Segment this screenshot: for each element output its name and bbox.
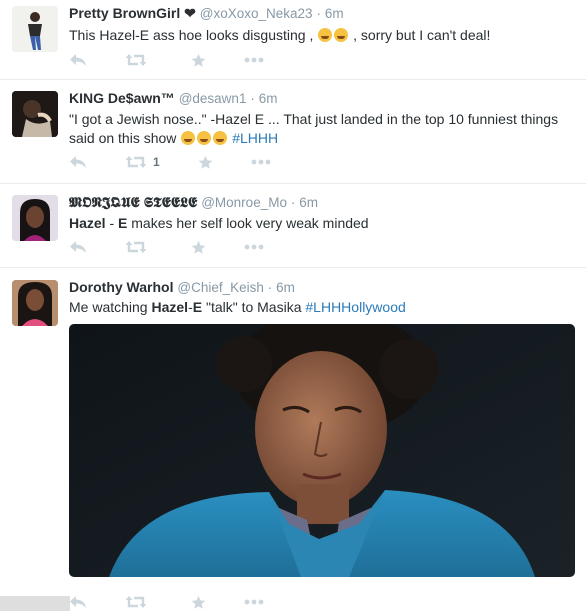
reply-icon (69, 53, 87, 67)
tweet-text-part: Me watching (69, 299, 152, 315)
tears-of-joy-emoji (197, 131, 212, 145)
tweet-text-part: This Hazel-E ass hoe looks disgusting , (69, 27, 314, 43)
more-button[interactable] (244, 244, 264, 250)
display-name[interactable]: Pretty BrownGirl ❤ (69, 5, 196, 21)
tweet-text-part: , sorry but I can't deal! (353, 27, 491, 43)
retweet-icon (125, 155, 147, 169)
favorite-button[interactable] (191, 53, 206, 68)
avatar[interactable] (12, 6, 58, 52)
favorite-button[interactable] (191, 240, 206, 255)
tweet-text-part: "talk" to Masika (202, 299, 306, 315)
tweet-text-part: "I got a Jewish nose.." -Hazel E ... Tha… (69, 111, 559, 146)
reply-button[interactable] (69, 240, 87, 254)
separator-dot: · (267, 280, 273, 295)
more-button[interactable] (244, 57, 264, 63)
highlighted-term: E (118, 215, 128, 231)
retweet-button[interactable] (125, 53, 153, 67)
display-name[interactable]: 𝕸𝕺𝕹𝕵𝕼𝖀𝕰 𝕾𝕿𝕰𝕰𝕷𝕰 (69, 194, 197, 210)
scrollbar-track[interactable] (0, 596, 70, 611)
more-button[interactable] (244, 599, 264, 605)
retweet-icon (125, 240, 147, 254)
timestamp[interactable]: 6m (276, 280, 295, 295)
user-handle[interactable]: @Monroe_Mo (201, 195, 287, 210)
tweet-photo[interactable] (69, 324, 575, 577)
hashtag-link[interactable]: #LHHHollywood (305, 299, 405, 315)
favorite-icon (191, 53, 206, 68)
user-handle[interactable]: @Chief_Keish (177, 280, 264, 295)
reply-button[interactable] (69, 595, 87, 609)
retweet-button[interactable] (125, 595, 153, 609)
user-handle[interactable]: @desawn1 (179, 91, 247, 106)
avatar[interactable] (12, 195, 58, 241)
more-icon (244, 599, 264, 605)
separator-dot: · (250, 91, 255, 106)
tweet-actions (69, 237, 302, 257)
timestamp[interactable]: 6m (325, 6, 344, 21)
favorite-icon (198, 155, 213, 170)
more-icon (244, 244, 264, 250)
user-handle[interactable]: @xoXoxo_Neka23 (200, 6, 313, 21)
highlighted-term: E (192, 299, 203, 315)
tweet-actions (69, 592, 302, 612)
highlighted-term: Hazel (151, 299, 189, 315)
display-name[interactable]: Dorothy Warhol (69, 279, 173, 295)
more-icon (244, 57, 264, 63)
timestamp[interactable]: 6m (299, 195, 318, 210)
weary-face-emoji (334, 28, 349, 42)
tears-of-joy-emoji (181, 131, 196, 145)
timestamp[interactable]: 6m (259, 91, 278, 106)
avatar[interactable] (12, 91, 58, 137)
reply-icon (69, 240, 87, 254)
favorite-icon (191, 595, 206, 610)
tweet-text: Me watching Hazel-E "talk" to Masika #LH… (69, 298, 578, 317)
hashtag-link[interactable]: #LHHH (232, 130, 278, 146)
favorite-button[interactable] (191, 595, 206, 610)
retweet-icon (125, 53, 147, 67)
tweet-text: This Hazel-E ass hoe looks disgusting , … (69, 26, 578, 45)
tweet-text: "I got a Jewish nose.." -Hazel E ... Tha… (69, 110, 578, 148)
tweet-actions: 1 (69, 152, 309, 172)
display-name[interactable]: KING De$awn™ (69, 90, 175, 106)
tweet-text-part: makes her self look very weak minded (127, 215, 369, 231)
more-button[interactable] (251, 159, 271, 165)
tweet-3: 𝕸𝕺𝕹𝕵𝕼𝖀𝕰 𝕾𝕿𝕰𝕰𝕷𝕰 @Monroe_Mo · 6m Hazel - E… (0, 184, 586, 268)
tweet-text: Hazel - E makes her self look very weak … (69, 214, 578, 233)
favorite-button[interactable] (198, 155, 213, 170)
reply-icon (69, 595, 87, 609)
tweet-2: KING De$awn™ @desawn1 · 6m "I got a Jewi… (0, 80, 586, 184)
retweet-icon (125, 595, 147, 609)
separator-dot: · (290, 195, 296, 210)
tweet-text-part: - (105, 215, 119, 231)
tweet-1: Pretty BrownGirl ❤ @xoXoxo_Neka23 · 6m T… (0, 0, 586, 80)
reply-button[interactable] (69, 53, 87, 67)
separator-dot: · (316, 6, 321, 21)
retweet-button[interactable]: 1 (125, 155, 160, 169)
reply-icon (69, 155, 87, 169)
highlighted-term: Hazel (69, 215, 106, 231)
weary-face-emoji (318, 28, 333, 42)
more-icon (251, 159, 271, 165)
retweet-button[interactable] (125, 240, 153, 254)
avatar[interactable] (12, 280, 58, 326)
retweet-count: 1 (153, 155, 160, 169)
tears-of-joy-emoji (213, 131, 228, 145)
favorite-icon (191, 240, 206, 255)
tweet-actions (69, 50, 302, 70)
reply-button[interactable] (69, 155, 87, 169)
